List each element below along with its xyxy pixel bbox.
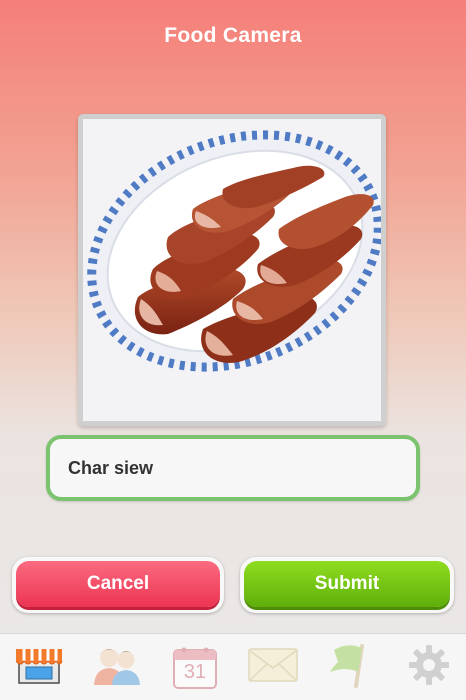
mail-icon [247,646,299,689]
cancel-button-frame: Cancel [12,557,224,613]
cancel-button[interactable]: Cancel [16,561,220,607]
calendar-icon: 31 [171,644,219,690]
tab-flag[interactable] [312,634,390,700]
food-photo [83,119,381,421]
calendar-day: 31 [183,661,207,683]
tab-mail[interactable] [234,634,312,700]
page-title: Food Camera [164,24,302,47]
tab-settings[interactable] [390,634,466,700]
tab-bar: 31 [0,633,466,700]
tab-store[interactable] [0,634,78,700]
food-photo-frame [78,114,386,426]
tab-calendar[interactable]: 31 [156,634,234,700]
submit-button-frame: Submit [240,557,454,613]
submit-button[interactable]: Submit [244,561,450,607]
store-icon [14,645,64,690]
food-name-input[interactable] [50,439,416,497]
food-name-field[interactable] [46,435,420,501]
tab-friends[interactable] [78,634,156,700]
friends-icon [91,643,143,692]
flag-icon [328,642,374,693]
gear-icon [407,643,451,692]
